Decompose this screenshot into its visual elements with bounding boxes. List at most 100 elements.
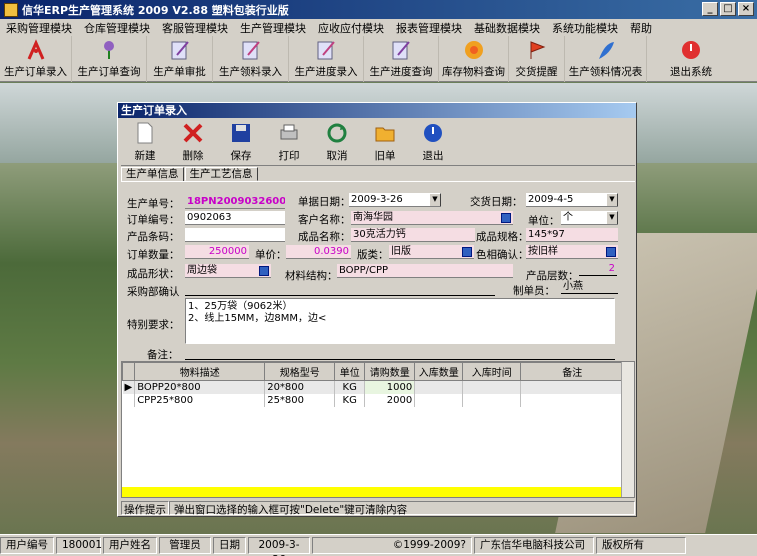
cancel-button[interactable]: 取消 [313, 120, 361, 166]
toolbar-inventory-query-button[interactable]: 库存物料查询 [439, 36, 509, 82]
delete-button[interactable]: 删除 [169, 120, 217, 166]
cell-material[interactable]: CPP25*800 [134, 393, 266, 407]
qty-field[interactable]: 250000 [185, 245, 249, 259]
pencil-paper-icon [168, 38, 192, 62]
cell-note[interactable] [520, 393, 625, 407]
note-label: 备注： [147, 349, 179, 361]
unit-label: 单位： [528, 215, 560, 227]
color-field[interactable]: 按旧样 [526, 245, 618, 259]
col-spec[interactable]: 规格型号 [264, 362, 336, 381]
close-button[interactable]: × [738, 2, 754, 16]
toolbar-delivery-reminder-button[interactable]: 交货提醒 [509, 36, 565, 82]
price-label: 单价： [255, 249, 287, 261]
col-unit[interactable]: 单位 [334, 362, 366, 381]
cell-spec[interactable]: 25*800 [264, 393, 336, 407]
col-note[interactable]: 备注 [520, 362, 625, 381]
special-memo[interactable]: 1、25万袋（9062米） 2、线上15MM，边8MM，边< [185, 298, 615, 344]
exit-button[interactable]: 退出 [409, 120, 457, 166]
toolbar-progress-entry-button[interactable]: 生产进度录入 [289, 36, 364, 82]
material-field[interactable]: BOPP/CPP [337, 264, 513, 278]
app-icon [4, 2, 18, 17]
qty-label: 订单数量： [127, 249, 180, 261]
purchase-field[interactable] [185, 282, 495, 296]
unit-field[interactable]: 个 ▼ [561, 211, 618, 225]
shape-lookup-icon[interactable] [259, 266, 269, 276]
cell-in-time[interactable] [462, 380, 522, 394]
menu-production[interactable]: 生产管理模块 [234, 20, 312, 36]
price-field[interactable]: 0.0390 [286, 245, 351, 259]
customer-lookup-icon[interactable] [501, 213, 511, 223]
menu-customer[interactable]: 客服管理模块 [156, 20, 234, 36]
cell-note[interactable] [520, 380, 625, 394]
cell-in-time[interactable] [462, 393, 522, 407]
toolbar-order-query-button[interactable]: 生产订单查询 [72, 36, 147, 82]
product-label: 成品名称： [298, 231, 351, 243]
minimize-button[interactable]: _ [702, 2, 718, 16]
menu-help[interactable]: 帮助 [624, 20, 658, 36]
delivery-field[interactable]: 2009-4-5 ▼ [526, 193, 618, 207]
old-order-button[interactable]: 旧单 [361, 120, 409, 166]
toolbar-exit-button[interactable]: 退出系统 [647, 36, 735, 82]
plate-label: 版类： [357, 249, 389, 261]
date-value: 2009-3-26 [351, 194, 403, 205]
cell-req-qty[interactable]: 2000 [364, 393, 416, 407]
maker-field[interactable]: 小燕 [561, 280, 618, 294]
toolbar-progress-query-button[interactable]: 生产进度查询 [364, 36, 439, 82]
order-no-label: 生产单号： [127, 198, 180, 210]
cell-spec[interactable]: 20*800 [264, 380, 336, 394]
toolbar-label: 生产领料录入 [219, 66, 282, 78]
layers-field[interactable]: 2 [579, 262, 617, 276]
unit-value: 个 [563, 212, 573, 223]
unit-dropdown-icon[interactable]: ▼ [606, 211, 618, 224]
menu-warehouse[interactable]: 仓库管理模块 [78, 20, 156, 36]
menu-reports[interactable]: 报表管理模块 [390, 20, 468, 36]
maximize-button[interactable]: □ [720, 2, 736, 16]
cell-unit[interactable]: KG [334, 393, 366, 407]
menu-purchase[interactable]: 采购管理模块 [0, 20, 78, 36]
cell-in-qty[interactable] [414, 393, 464, 407]
menu-system[interactable]: 系统功能模块 [546, 20, 624, 36]
new-button[interactable]: 新建 [121, 120, 169, 166]
menu-basedata[interactable]: 基础数据模块 [468, 20, 546, 36]
grid-scrollbar[interactable] [621, 362, 634, 497]
delivery-dropdown-icon[interactable]: ▼ [606, 193, 618, 206]
tab-order-info[interactable]: 生产单信息 [121, 167, 184, 181]
toolbar-material-report-button[interactable]: 生产领料情况表 [565, 36, 647, 82]
material-label: 材料结构： [285, 270, 338, 282]
col-in-qty[interactable]: 入库数量 [414, 362, 464, 381]
po-field[interactable]: 0902063 [185, 211, 285, 225]
spec-field[interactable]: 145*97 [526, 228, 618, 242]
color-lookup-icon[interactable] [606, 247, 616, 257]
barcode-field[interactable] [185, 228, 285, 242]
customer-field[interactable]: 南海华园 [351, 211, 513, 225]
cell-req-qty[interactable]: 1000 [364, 380, 416, 394]
table-row[interactable]: ▶ BOPP20*800 20*800 KG 1000 [122, 380, 625, 394]
cell-in-qty[interactable] [414, 380, 464, 394]
color-label: 色相确认： [476, 249, 529, 261]
print-button[interactable]: 打印 [265, 120, 313, 166]
toolbar-material-entry-button[interactable]: 生产领料录入 [213, 36, 289, 82]
tab-strip: 生产单信息 生产工艺信息 [121, 167, 259, 181]
cell-material[interactable]: BOPP20*800 [134, 380, 266, 394]
tab-process-info[interactable]: 生产工艺信息 [184, 167, 258, 181]
date-dropdown-icon[interactable]: ▼ [429, 193, 441, 206]
shape-label: 成品形状： [127, 268, 180, 280]
cell-unit[interactable]: KG [334, 380, 366, 394]
date-field[interactable]: 2009-3-26 ▼ [349, 193, 441, 207]
note-field[interactable] [185, 346, 615, 360]
menu-ar-ap[interactable]: 应收应付模块 [312, 20, 390, 36]
save-button[interactable]: 保存 [217, 120, 265, 166]
col-req-qty[interactable]: 请购数量 [364, 362, 416, 381]
table-row[interactable]: CPP25*800 25*800 KG 2000 [122, 393, 625, 407]
toolbar-label: 库存物料查询 [442, 66, 505, 78]
product-field[interactable]: 30克活力钙 [351, 228, 475, 242]
col-material[interactable]: 物料描述 [134, 362, 266, 381]
status-user-name: 管理员 [159, 537, 211, 554]
col-in-time[interactable]: 入库时间 [462, 362, 522, 381]
flower-icon [97, 38, 121, 62]
toolbar-order-entry-button[interactable]: 生产订单录入 [0, 36, 72, 82]
toolbar-approve-button[interactable]: 生产单审批 [147, 36, 213, 82]
toolbar-label: 生产订单查询 [77, 66, 141, 78]
plate-lookup-icon[interactable] [462, 247, 472, 257]
special-line-1: 1、25万袋（9062米） [188, 301, 293, 312]
